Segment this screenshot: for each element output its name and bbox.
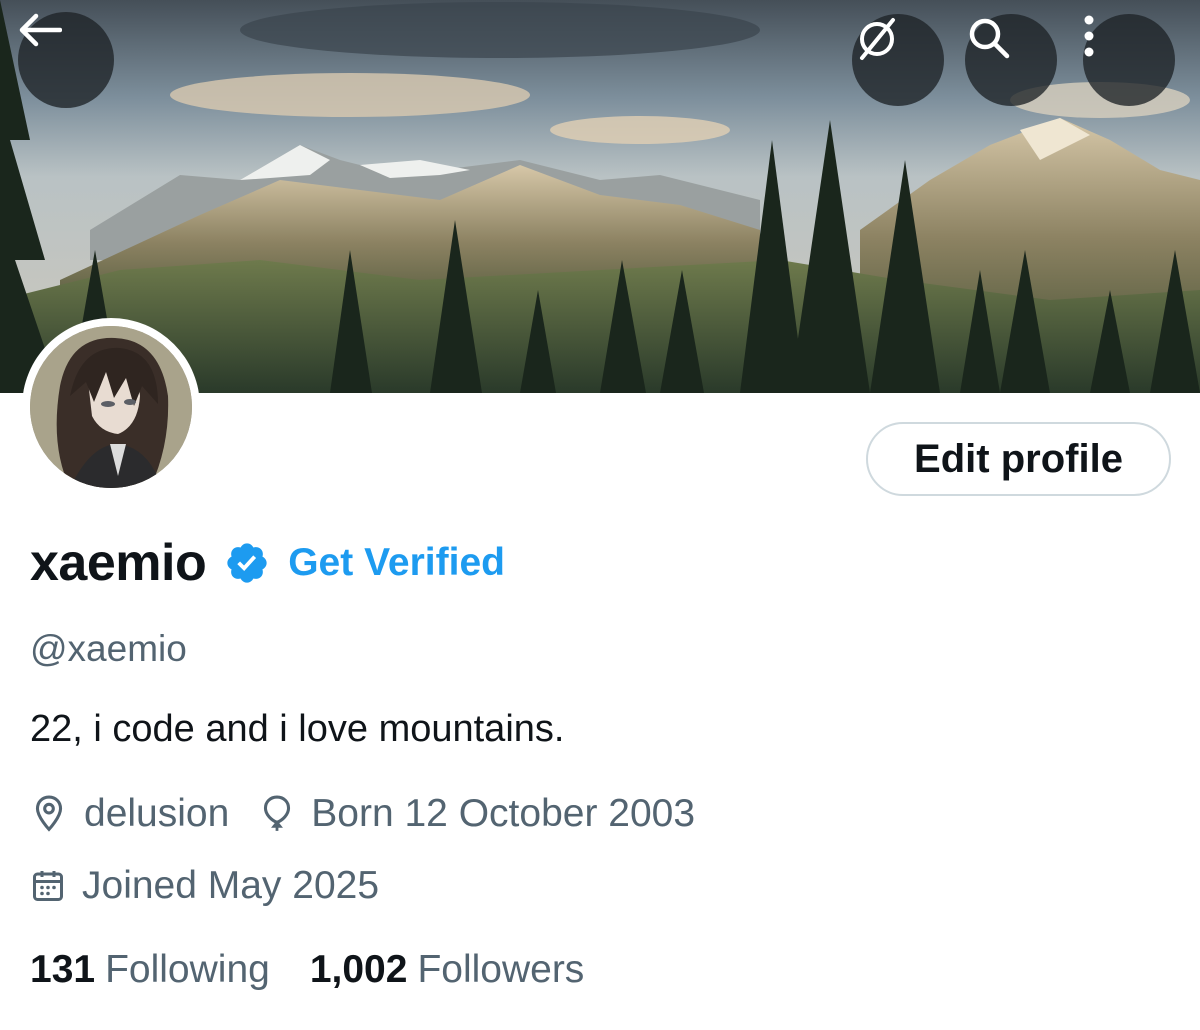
more-options-button[interactable] (1083, 14, 1175, 106)
avatar-anime-portrait-image (30, 326, 192, 488)
name-row: xaemio Get Verified (30, 530, 505, 596)
verified-badge-icon[interactable] (224, 540, 270, 586)
profile-avatar[interactable] (22, 318, 200, 496)
following-label: Following (105, 948, 270, 991)
following-count: 131 (30, 948, 96, 991)
grok-button[interactable] (852, 14, 944, 106)
calendar-icon (33, 871, 63, 901)
birthday-item: Born 12 October 2003 (259, 792, 695, 836)
more-vertical-icon (1084, 15, 1094, 57)
joined-item: Joined May 2025 (30, 864, 379, 908)
profile-meta-row: delusion Born 12 October 2003 (30, 792, 695, 836)
profile-banner[interactable] (0, 0, 1200, 393)
back-button[interactable] (18, 12, 114, 108)
following-link[interactable]: 131 Following (30, 948, 270, 992)
location-text: delusion (84, 792, 230, 835)
profile-page: Edit profile xaemio Get Verified @xaemio… (0, 0, 1200, 1030)
location-pin-icon (35, 795, 63, 832)
arrow-left-icon (19, 13, 62, 47)
user-handle: @xaemio (30, 628, 187, 669)
followers-count: 1,002 (309, 948, 408, 991)
location-item: delusion (30, 792, 229, 836)
edit-profile-button[interactable]: Edit profile (866, 422, 1171, 496)
profile-joined-row: Joined May 2025 (30, 864, 379, 908)
search-icon (969, 18, 1010, 59)
get-verified-link[interactable]: Get Verified (288, 541, 505, 585)
joined-text: Joined May 2025 (82, 864, 380, 907)
grok-slash-circle-icon (860, 18, 895, 60)
birthday-text: Born 12 October 2003 (311, 792, 696, 835)
display-name: xaemio (30, 534, 207, 592)
search-button[interactable] (965, 14, 1057, 106)
follow-stats: 131 Following 1,002 Followers (30, 948, 584, 992)
profile-bio: 22, i code and i love mountains. (30, 708, 565, 750)
balloon-icon (264, 795, 291, 831)
followers-label: Followers (417, 948, 585, 991)
followers-link[interactable]: 1,002 Followers (310, 948, 584, 992)
avatar-image (30, 326, 192, 488)
